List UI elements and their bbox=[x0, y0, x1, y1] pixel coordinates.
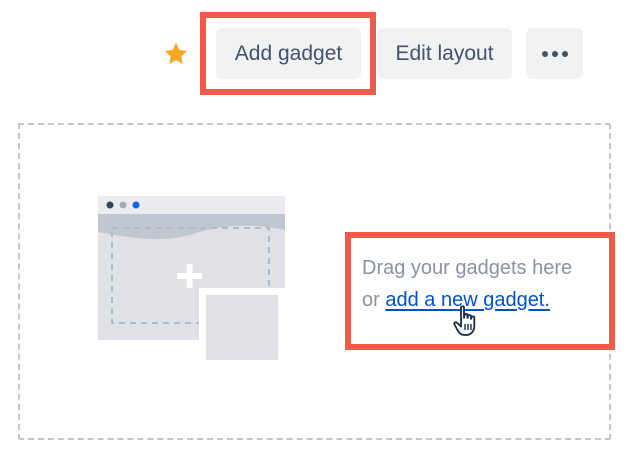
drop-zone-message: Drag your gadgets here or add a new gadg… bbox=[362, 252, 607, 316]
favorite-star-icon[interactable] bbox=[163, 41, 189, 67]
drop-zone-line1: Drag your gadgets here bbox=[362, 257, 573, 279]
drop-zone-line2: or add a new gadget. bbox=[362, 284, 607, 316]
more-actions-button[interactable] bbox=[526, 28, 583, 79]
hand-pointer-cursor-icon bbox=[452, 304, 480, 338]
add-gadget-label: Add gadget bbox=[234, 41, 343, 65]
edit-layout-button[interactable]: Edit layout bbox=[377, 28, 512, 79]
more-icon bbox=[541, 50, 568, 57]
dashboard-placeholder-illustration bbox=[98, 196, 285, 367]
edit-layout-label: Edit layout bbox=[395, 41, 494, 65]
add-gadget-button[interactable]: Add gadget bbox=[216, 28, 361, 79]
drop-zone-line2-prefix: or bbox=[362, 289, 386, 311]
